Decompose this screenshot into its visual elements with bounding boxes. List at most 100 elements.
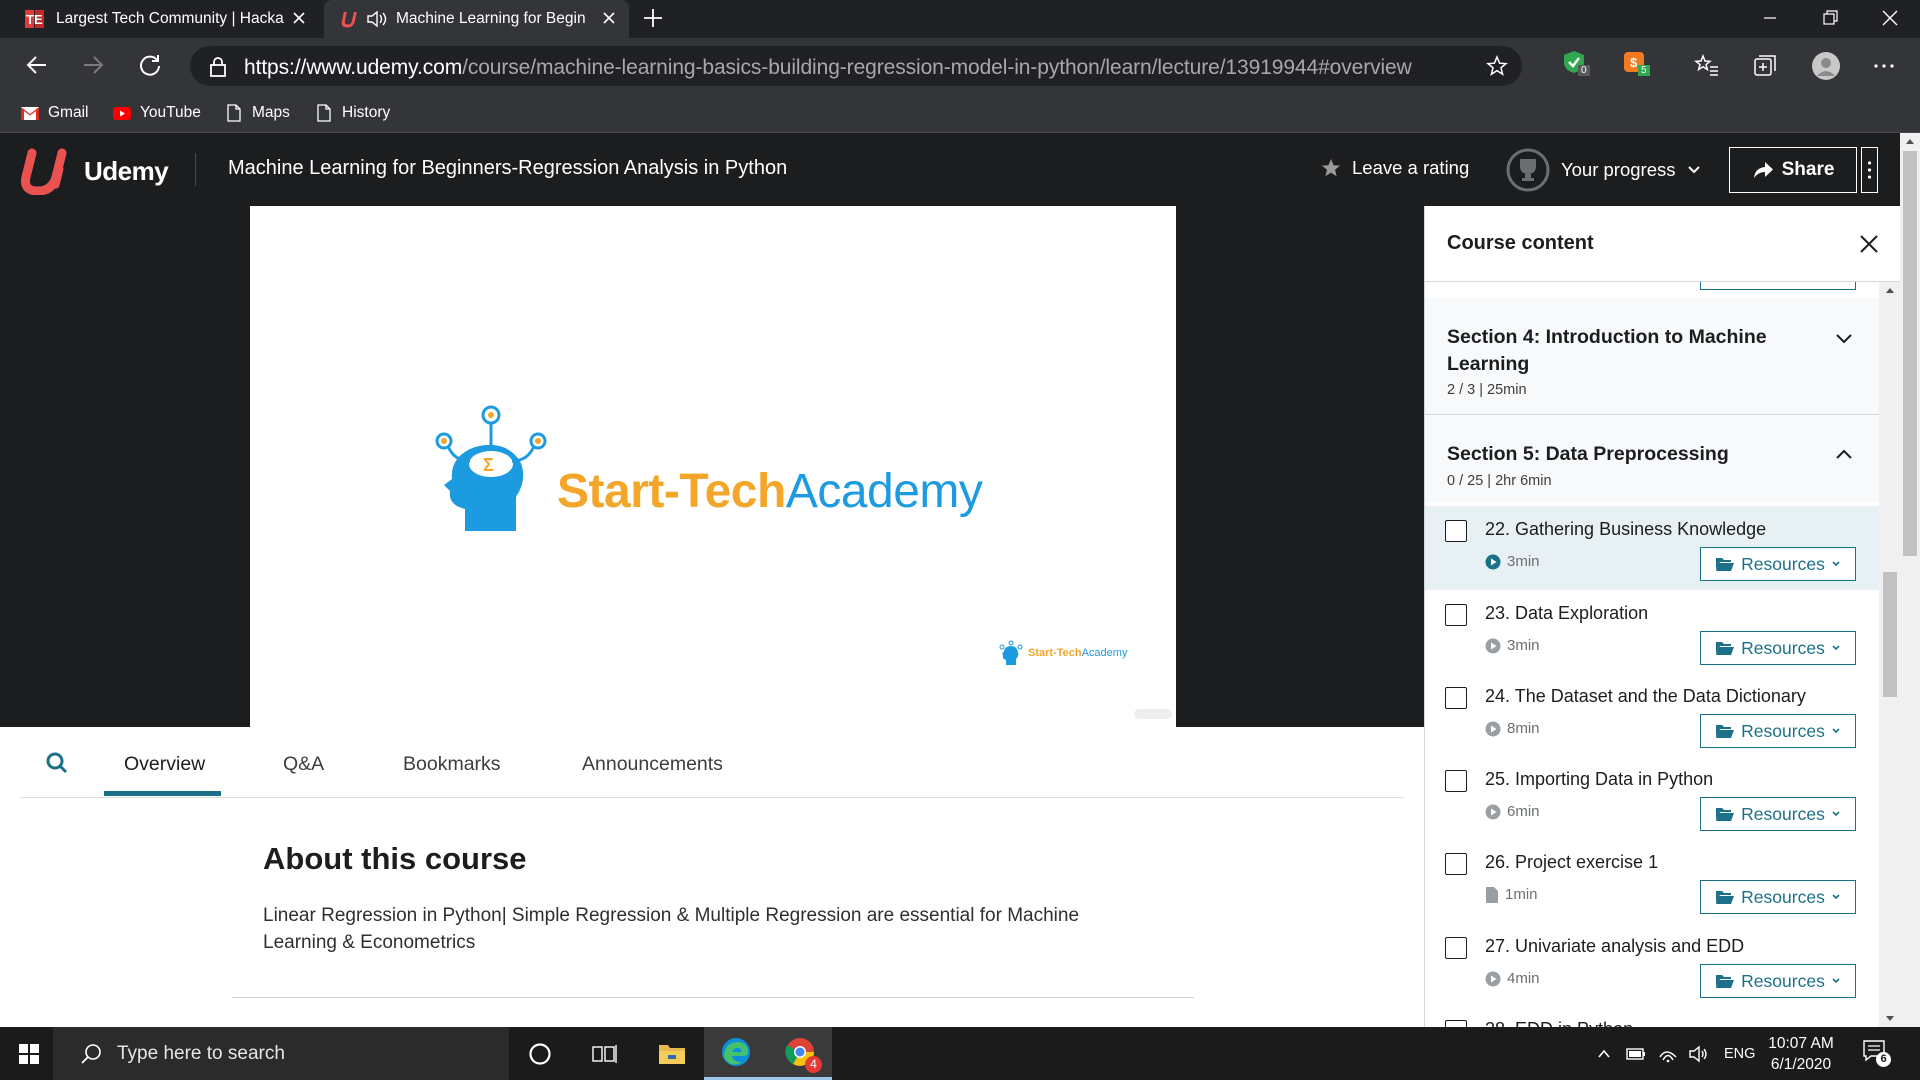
profile-avatar-icon[interactable] [1811,51,1841,81]
video-frame[interactable]: Σ Start-TechAcademy Start-Tech Academy [250,206,1176,727]
close-icon[interactable] [1858,233,1880,255]
about-description: Linear Regression in Python| Simple Regr… [263,905,1080,953]
lecture-item[interactable]: 26. Project exercise 1 1min Resources [1425,839,1879,923]
folder-icon [659,1044,685,1064]
tab-qa[interactable]: Q&A [283,753,324,776]
lecture-checkbox[interactable] [1445,853,1467,875]
volume-icon[interactable] [1688,1045,1708,1063]
taskbar-file-explorer[interactable] [640,1027,704,1080]
bookmark-gmail[interactable]: Gmail [20,102,88,124]
tab-title: Machine Learning for Beginn [396,10,586,27]
course-title[interactable]: Machine Learning for Beginners-Regressio… [228,157,787,180]
bookmark-maps[interactable]: Maps [224,102,290,124]
lecture-duration: 1min [1485,886,1538,903]
new-tab-icon[interactable] [642,7,664,29]
back-icon[interactable] [24,52,50,78]
close-window-icon[interactable] [1878,6,1902,30]
section-5[interactable]: Section 5: Data Preprocessing 0 / 25 | 2… [1425,415,1879,502]
bookmark-history[interactable]: History [314,102,390,124]
lecture-checkbox[interactable] [1445,604,1467,626]
page-scroll-thumb[interactable] [1903,151,1917,556]
bookmark-youtube[interactable]: YouTube [112,102,201,124]
notification-count-badge: 6 [1876,1052,1891,1067]
leave-rating-button[interactable]: Leave a rating [1320,157,1469,179]
lecture-checkbox[interactable] [1445,937,1467,959]
page-scrollbar[interactable] [1900,133,1920,1027]
lecture-checkbox[interactable] [1445,687,1467,709]
audio-playing-icon[interactable] [366,9,388,29]
lecture-title: 23. Data Exploration [1485,603,1649,623]
restore-window-icon[interactable] [1818,6,1842,30]
lecture-title: 24. The Dataset and the Data Dictionary [1485,686,1806,706]
notification-center-button[interactable]: 6 [1862,1039,1892,1069]
share-button[interactable]: Share [1729,147,1857,193]
star-icon [1322,159,1340,177]
battery-icon[interactable] [1626,1047,1646,1061]
sidebar-header: Course content [1425,206,1901,282]
scroll-down-arrow-icon[interactable] [1885,1015,1895,1023]
lecture-item[interactable]: 27. Univariate analysis and EDD 4min Res… [1425,923,1879,1007]
sidebar-scrollbar[interactable] [1879,282,1901,1027]
system-clock[interactable]: 10:07 AM 6/1/2020 [1760,1033,1842,1075]
resources-button[interactable]: Resources [1700,797,1856,831]
lecture-checkbox[interactable] [1445,1020,1467,1027]
favorite-star-icon[interactable] [1486,55,1508,77]
language-indicator[interactable]: ENG [1724,1046,1755,1062]
minimize-window-icon[interactable] [1758,6,1782,30]
shield-extension-icon[interactable]: 0 [1562,50,1590,80]
taskbar-search-box[interactable]: Type here to search [53,1027,509,1080]
refresh-icon[interactable] [137,52,163,78]
cortana-icon[interactable] [528,1042,552,1066]
file-icon [1486,886,1498,903]
collections-icon[interactable] [1752,53,1778,79]
page-icon [317,104,331,122]
lecture-checkbox[interactable] [1445,520,1467,542]
section-meta: 0 / 25 | 2hr 6min [1447,473,1552,489]
your-progress-button[interactable]: Your progress [1505,147,1702,193]
section-4[interactable]: Section 4: Introduction to Machine Learn… [1425,298,1879,415]
task-view-icon[interactable] [592,1042,618,1066]
browser-tab-udemy[interactable]: Machine Learning for Beginn [324,0,629,38]
lecture-item[interactable]: 24. The Dataset and the Data Dictionary … [1425,673,1879,757]
resources-button[interactable]: Resources [1700,714,1856,748]
favorites-icon[interactable] [1694,53,1720,79]
lecture-item[interactable]: 25. Importing Data in Python 6min Resour… [1425,756,1879,840]
tab-announcements[interactable]: Announcements [582,753,723,776]
lecture-duration: 8min [1485,720,1540,737]
close-tab-icon[interactable] [291,10,307,26]
chevron-down-icon[interactable] [1833,328,1855,350]
lock-icon[interactable] [208,56,228,78]
svg-text:TE: TE [26,12,43,27]
taskbar-chrome[interactable]: 4 [768,1027,832,1080]
resources-button-partial[interactable] [1700,282,1856,290]
close-tab-icon[interactable] [601,10,617,26]
forward-icon[interactable] [80,52,106,78]
udemy-logo[interactable]: Udemy [20,147,169,195]
sidebar-scroll-thumb[interactable] [1883,572,1897,697]
resources-button[interactable]: Resources [1700,547,1856,581]
browser-tab-hackathon[interactable]: TE Largest Tech Community | Hacka [6,0,319,38]
tab-overview[interactable]: Overview [124,753,205,776]
honey-extension-icon[interactable]: $ 5 [1622,50,1650,80]
lecture-duration: 6min [1485,803,1540,820]
windows-start-icon[interactable] [19,1044,39,1064]
chevron-up-icon[interactable] [1833,443,1855,465]
address-bar[interactable]: https://www.udemy.com/course/machine-lea… [190,46,1522,86]
lecture-item[interactable]: 28. EDD in Python [1425,1006,1879,1027]
scroll-up-arrow-icon[interactable] [1905,137,1915,145]
resources-button[interactable]: Resources [1700,880,1856,914]
lecture-item[interactable]: 23. Data Exploration 3min Resources [1425,590,1879,674]
more-options-icon[interactable] [1861,147,1878,193]
lecture-item[interactable]: 22. Gathering Business Knowledge 3min Re… [1425,506,1879,590]
lecture-checkbox[interactable] [1445,770,1467,792]
taskbar-edge[interactable] [704,1027,768,1080]
resources-button[interactable]: Resources [1700,964,1856,998]
tab-bookmarks[interactable]: Bookmarks [403,753,501,776]
wifi-icon[interactable] [1658,1045,1678,1063]
scroll-up-arrow-icon[interactable] [1885,286,1895,294]
chevron-down-icon [1832,645,1840,651]
chevron-up-icon[interactable] [1596,1046,1612,1062]
settings-more-icon[interactable] [1871,53,1897,79]
search-icon[interactable] [45,751,69,775]
resources-button[interactable]: Resources [1700,631,1856,665]
